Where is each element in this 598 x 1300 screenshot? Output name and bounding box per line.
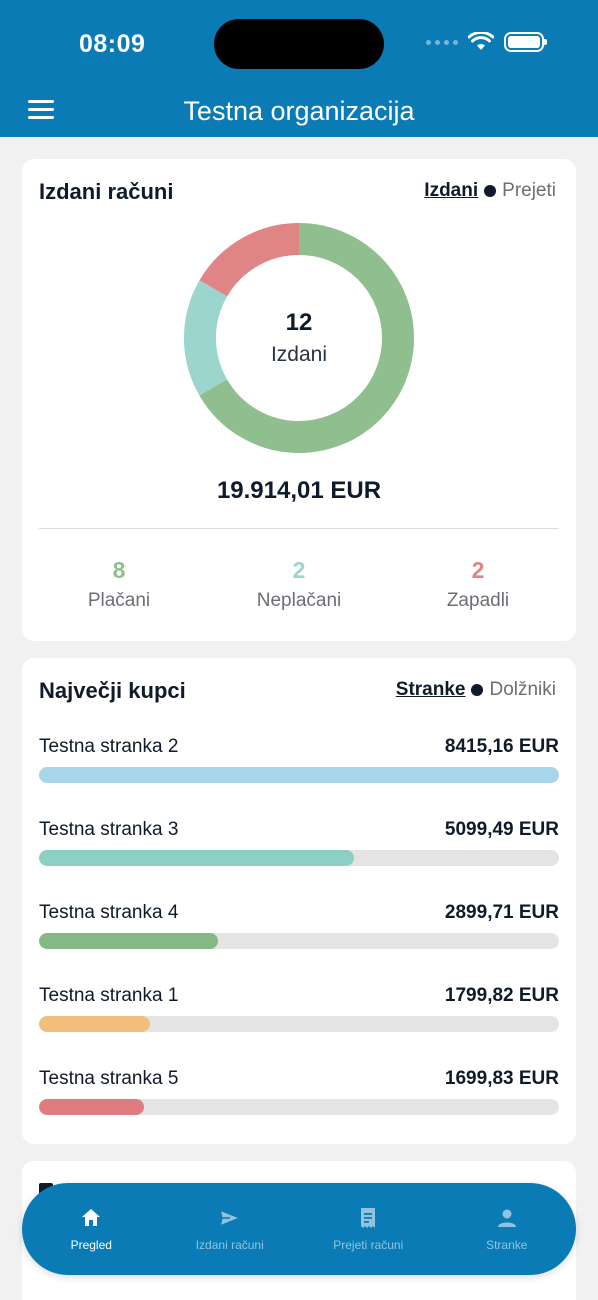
invoices-toggle: Izdani Prejeti [424,180,556,202]
donut-label: Izdani [270,343,328,366]
dynamic-island [214,19,384,69]
invoices-title: Izdani računi [39,179,174,204]
nav-label: Prejeti računi [333,1238,404,1252]
customer-amount: 5099,49 EUR [444,819,559,840]
stat-overdue-value: 2 [471,557,485,583]
nav-label: Izdani računi [195,1238,264,1252]
customer-name: Testna stranka 2 [39,736,179,757]
nav-overview[interactable]: Pregled [26,1206,156,1252]
donut-center: 12 Izdani [184,223,414,453]
customer-name: Testna stranka 3 [39,819,179,840]
customer-amount: 2899,71 EUR [444,902,559,923]
stat-paid-value: 8 [112,557,126,583]
top-customers-card: Največji kupci Stranke Dolžniki Testna s… [22,658,576,1144]
customer-amount: 8415,16 EUR [444,736,559,757]
stat-overdue[interactable]: 2 Zapadli [398,557,558,612]
page-title: Testna organizacija [183,96,415,126]
send-icon [218,1208,242,1228]
toggle-received[interactable]: Prejeti [502,180,556,202]
app-header: 08:09 Testna organizacija [0,0,598,137]
receipt-icon [361,1208,376,1228]
nav-label: Pregled [70,1238,112,1252]
bottom-nav: Pregled Izdani računi Prejeti računi Str… [22,1183,576,1275]
home-icon [82,1209,101,1226]
customer-bar-fill [39,1099,145,1115]
nav-issued-invoices[interactable]: Izdani računi [165,1206,295,1252]
customer-bar-fill [39,767,559,783]
nav-label: Stranke [486,1238,528,1252]
customer-bar-track [39,1099,559,1115]
toggle-dot [484,185,497,197]
stat-overdue-label: Zapadli [446,590,510,611]
customer-bar-fill [39,1016,151,1032]
invoices-total: 19.914,01 EUR [216,477,382,504]
customer-amount: 1799,82 EUR [444,985,559,1006]
customer-bar-fill [39,933,219,949]
invoices-card: Izdani računi Izdani Prejeti 12 Izdani 1… [22,159,576,641]
customers-title: Največji kupci [39,678,186,703]
divider [39,528,559,529]
toggle-customers[interactable]: Stranke [396,679,466,701]
customer-name: Testna stranka 5 [39,1068,179,1089]
customer-bar-track [39,933,559,949]
wifi-icon [468,32,494,50]
stat-paid-label: Plačani [87,590,151,611]
stat-unpaid-label: Neplačani [256,590,342,611]
customer-bar-track [39,1016,559,1032]
customer-name: Testna stranka 1 [39,985,179,1006]
customers-toggle: Stranke Dolžniki [396,679,556,701]
stat-unpaid[interactable]: 2 Neplačani [219,557,379,612]
customer-name: Testna stranka 4 [39,902,179,923]
customer-amount: 1699,83 EUR [444,1068,559,1089]
status-icons [426,32,547,52]
stat-paid[interactable]: 8 Plačani [39,557,199,612]
toggle-debtors[interactable]: Dolžniki [489,679,556,701]
toggle-dot [471,684,484,696]
signal-icon [426,39,458,45]
battery-icon [504,32,547,52]
person-icon [497,1209,516,1227]
customer-bar-fill [39,850,355,866]
donut-count: 12 [285,309,313,336]
status-time: 08:09 [79,30,146,58]
stat-unpaid-value: 2 [292,557,306,583]
toggle-issued[interactable]: Izdani [424,180,478,202]
customer-bar-track [39,767,559,783]
customer-bar-track [39,850,559,866]
nav-customers[interactable]: Stranke [442,1206,572,1252]
nav-received-invoices[interactable]: Prejeti računi [303,1206,433,1252]
